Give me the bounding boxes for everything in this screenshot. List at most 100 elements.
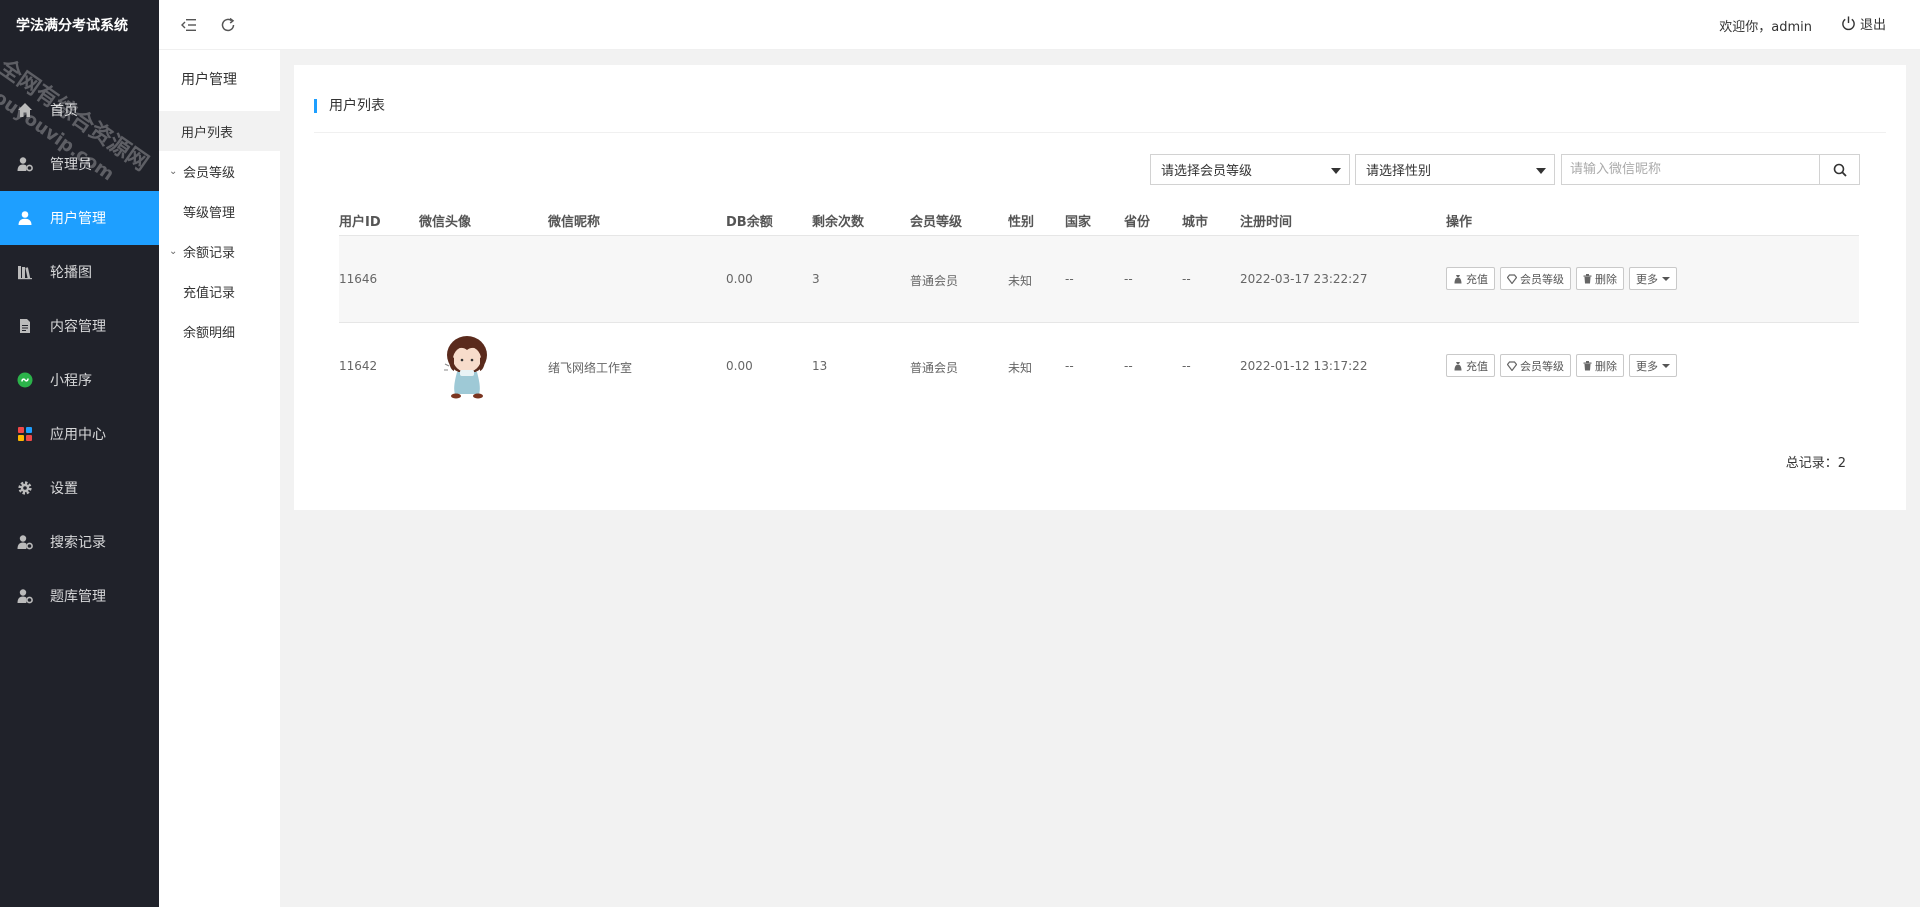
sidebar-item-carousel[interactable]: 轮播图 <box>0 245 159 299</box>
member-level-label: 会员等级 <box>1520 359 1564 373</box>
sidebar-item-home[interactable]: 首页 <box>0 83 159 137</box>
delete-label: 删除 <box>1595 359 1617 373</box>
cell-registered: 2022-03-17 23:22:27 <box>1240 272 1368 286</box>
cell-user-id: 11642 <box>339 359 378 373</box>
caret-down-icon <box>1331 168 1341 174</box>
search-button[interactable] <box>1819 154 1860 185</box>
member-level-select[interactable]: 请选择会员等级 <box>1150 154 1350 185</box>
row-actions: 充值 会员等级 删除 更多 <box>1446 267 1677 290</box>
member-level-label: 会员等级 <box>1520 272 1564 286</box>
logout-label: 退出 <box>1859 18 1886 33</box>
sidebar-item-label: 小程序 <box>50 373 92 389</box>
sidebar-item-label: 设置 <box>50 481 78 497</box>
sidebar-item-label: 内容管理 <box>50 319 106 335</box>
column-header: 操作 <box>1446 215 1473 230</box>
caret-down-icon <box>1662 276 1670 281</box>
sidebar-item-label: 首页 <box>50 103 78 119</box>
submenu-item-recharge-records[interactable]: 充值记录 <box>159 271 280 311</box>
recharge-button[interactable]: 充值 <box>1446 354 1495 377</box>
recharge-label: 充值 <box>1466 272 1488 286</box>
sidebar-item-content[interactable]: 内容管理 <box>0 299 159 353</box>
delete-button[interactable]: 删除 <box>1576 267 1624 290</box>
gender-select[interactable]: 请选择性别 <box>1355 154 1555 185</box>
submenu-item-balance-details[interactable]: 余额明细 <box>159 311 280 351</box>
submenu-title: 用户管理 <box>181 72 237 88</box>
row-actions: 充值 会员等级 删除 更多 <box>1446 354 1677 377</box>
delete-button[interactable]: 删除 <box>1576 354 1624 377</box>
welcome-text: 欢迎你，admin <box>1719 20 1812 35</box>
mini-program-icon <box>16 371 34 389</box>
sidebar-item-search-records[interactable]: 搜索记录 <box>0 515 159 569</box>
refresh-icon[interactable] <box>218 15 238 35</box>
member-level-button[interactable]: 会员等级 <box>1500 354 1571 377</box>
more-dropdown-button[interactable]: 更多 <box>1629 354 1677 377</box>
submenu-item-level-management[interactable]: 等级管理 <box>159 191 280 231</box>
power-icon <box>1842 16 1855 31</box>
cell-city: -- <box>1182 359 1191 373</box>
trash-icon <box>1583 273 1592 284</box>
submenu-item-user-list[interactable]: 用户列表 <box>159 111 280 151</box>
diamond-icon <box>1507 273 1517 284</box>
gender-select-value: 请选择性别 <box>1366 164 1432 179</box>
cell-country: -- <box>1065 272 1074 286</box>
top-header: 欢迎你，admin 退出 <box>159 0 1920 50</box>
menu-collapse-icon[interactable] <box>179 15 199 35</box>
table-header: 用户ID 微信头像 微信昵称 DB余额 剩余次数 会员等级 性别 国家 省份 城… <box>339 201 1859 236</box>
column-header: 用户ID <box>339 215 381 230</box>
submenu-item-label: 余额记录 <box>183 245 236 261</box>
column-header: 性别 <box>1008 215 1035 230</box>
column-header: 国家 <box>1065 215 1092 230</box>
cell-balance: 0.00 <box>726 272 753 286</box>
cell-gender: 未知 <box>1008 361 1033 375</box>
more-label: 更多 <box>1636 359 1658 373</box>
sidebar-item-question-bank[interactable]: 题库管理 <box>0 569 159 623</box>
sidebar-item-user-management[interactable]: 用户管理 <box>0 191 159 245</box>
more-dropdown-button[interactable]: 更多 <box>1629 267 1677 290</box>
diamond-icon <box>1507 360 1517 371</box>
cell-level: 普通会员 <box>910 274 959 288</box>
caret-down-icon <box>1662 363 1670 368</box>
trash-icon <box>1583 360 1592 371</box>
cell-province: -- <box>1124 272 1133 286</box>
apps-icon <box>16 425 34 443</box>
submenu-group-member-level[interactable]: ⌄ 会员等级 <box>159 151 280 191</box>
avatar <box>429 326 509 406</box>
sidebar-item-settings[interactable]: 设置 <box>0 461 159 515</box>
cell-registered: 2022-01-12 13:17:22 <box>1240 359 1368 373</box>
column-header: 注册时间 <box>1240 215 1293 230</box>
user-icon <box>16 209 34 227</box>
sidebar-item-label: 搜索记录 <box>50 535 106 551</box>
money-bag-icon <box>1453 274 1463 284</box>
user-gear-icon <box>16 587 34 605</box>
document-icon <box>16 317 34 335</box>
sidebar-item-mini-program[interactable]: 小程序 <box>0 353 159 407</box>
cell-nickname: 绪飞网络工作室 <box>548 361 633 375</box>
column-header: 微信昵称 <box>548 215 601 230</box>
recharge-button[interactable]: 充值 <box>1446 267 1495 290</box>
column-header: 会员等级 <box>910 215 963 230</box>
submenu-item-label: 用户列表 <box>181 125 234 141</box>
logout-button[interactable]: 退出 <box>1841 14 1886 33</box>
column-header: 省份 <box>1124 215 1151 230</box>
sidebar-item-label: 管理员 <box>50 157 92 173</box>
table-row[interactable]: 11642 绪飞网络工作室 0.00 13 普通会员 未知 -- -- -- 2… <box>339 323 1859 410</box>
sidebar-item-admin[interactable]: 管理员 <box>0 137 159 191</box>
submenu-item-label: 余额明细 <box>183 325 236 341</box>
user-gear-icon <box>16 155 34 173</box>
user-list-card: 用户列表 请选择会员等级 请选择性别 用户ID 微信头像 微信昵称 DB余额 剩… <box>294 65 1906 510</box>
submenu-list: 用户列表 ⌄ 会员等级 等级管理 ⌄ 余额记录 充值记录 余额明细 <box>159 111 280 351</box>
caret-down-icon <box>1536 168 1546 174</box>
submenu-group-balance-records[interactable]: ⌄ 余额记录 <box>159 231 280 271</box>
cell-remaining: 3 <box>812 272 820 286</box>
cell-city: -- <box>1182 272 1191 286</box>
user-gear-icon <box>16 533 34 551</box>
member-level-button[interactable]: 会员等级 <box>1500 267 1571 290</box>
cell-level: 普通会员 <box>910 361 959 375</box>
delete-label: 删除 <box>1595 272 1617 286</box>
sidebar-item-label: 题库管理 <box>50 589 106 605</box>
submenu-item-label: 会员等级 <box>183 165 236 181</box>
column-header: 剩余次数 <box>812 215 865 230</box>
nickname-search-input[interactable] <box>1561 154 1819 185</box>
sidebar-item-app-center[interactable]: 应用中心 <box>0 407 159 461</box>
table-row[interactable]: 11646 0.00 3 普通会员 未知 -- -- -- 2022-03-17… <box>339 236 1859 323</box>
